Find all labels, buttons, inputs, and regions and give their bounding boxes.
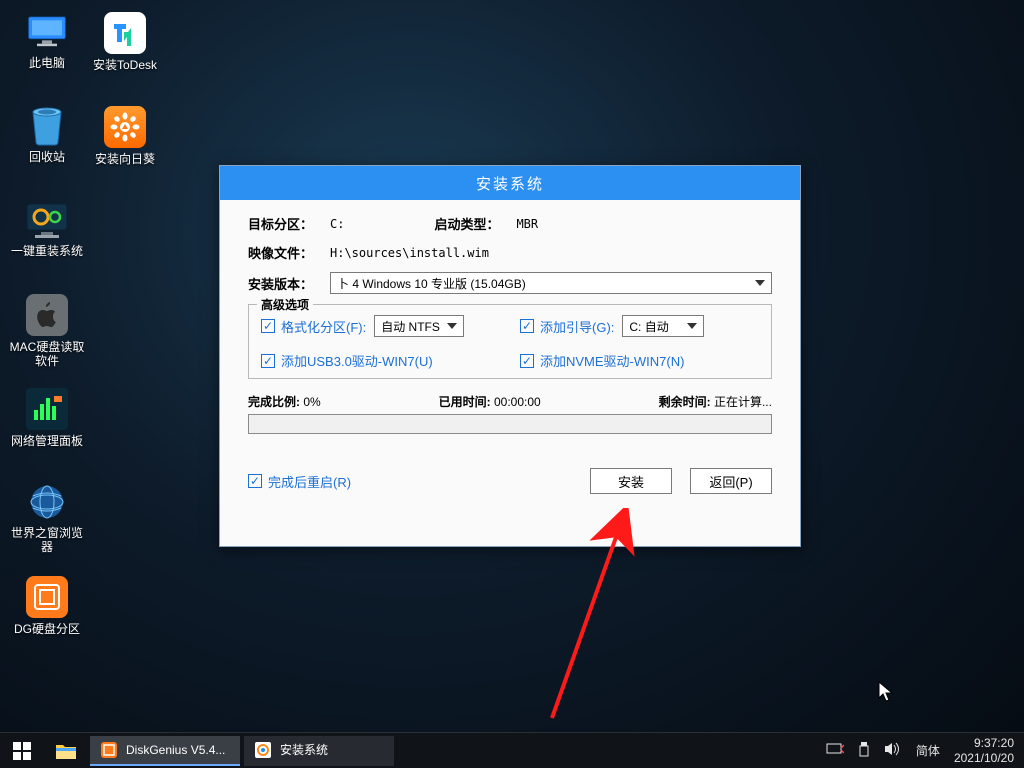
add-boot-label: 添加引导(G): [540, 317, 614, 336]
diskgenius-icon [26, 576, 68, 618]
gears-icon [25, 200, 69, 240]
bin-icon [25, 106, 69, 146]
diskgenius-icon [100, 741, 118, 759]
format-partition-select[interactable]: 自动 NTFS [374, 315, 464, 337]
windows-icon [13, 742, 31, 760]
target-partition-value: C: [330, 217, 344, 231]
install-version-select[interactable]: 卜 4 Windows 10 专业版 (15.04GB) [330, 272, 772, 294]
install-button[interactable]: 安装 [590, 468, 672, 494]
image-file-value: H:\sources\install.wim [330, 246, 489, 260]
dialog-titlebar[interactable]: 安装系统 [220, 166, 800, 200]
usb3-driver-checkbox[interactable]: ✓ 添加USB3.0驱动-WIN7(U) [261, 351, 500, 370]
elapsed-label: 已用时间: [439, 395, 491, 409]
apple-icon [26, 294, 68, 336]
desktop-icon-label: 世界之窗浏览器 [9, 526, 85, 555]
usb3-driver-label: 添加USB3.0驱动-WIN7(U) [281, 351, 433, 370]
file-explorer-button[interactable] [44, 733, 88, 768]
desktop-icon-todesk[interactable]: 安装ToDesk [86, 8, 164, 90]
desktop-icon-network-panel[interactable]: 网络管理面板 [8, 384, 86, 466]
back-button-label: 返回(P) [709, 472, 752, 491]
taskbar-item-diskgenius[interactable]: DiskGenius V5.4... [90, 736, 240, 766]
checkbox-icon: ✓ [520, 319, 534, 333]
add-boot-select[interactable]: C: 自动 [622, 315, 704, 337]
desktop-icon-reinstall[interactable]: 一键重装系统 [8, 196, 86, 278]
install-version-label: 安装版本： [248, 274, 330, 293]
tray-network-icon[interactable] [826, 742, 844, 759]
install-system-icon [254, 741, 272, 759]
format-partition-value: 自动 NTFS [381, 318, 440, 335]
tray-date: 2021/10/20 [954, 751, 1014, 765]
desktop-icon-diskgenius[interactable]: DG硬盘分区 [8, 572, 86, 654]
desktop-icons-col2: 安装ToDesk 安装向日葵 [86, 8, 164, 196]
tray-ime[interactable]: 简体 [916, 742, 940, 759]
desktop-icon-this-pc[interactable]: 此电脑 [8, 8, 86, 90]
globe-icon [25, 482, 69, 522]
install-version-value: 卜 4 Windows 10 专业版 (15.04GB) [337, 275, 526, 292]
elapsed-value: 00:00:00 [494, 395, 541, 409]
desktop-icon-label: MAC硬盘读取软件 [9, 340, 85, 369]
restart-after-label: 完成后重启(R) [268, 472, 351, 491]
advanced-legend: 高级选项 [257, 296, 313, 313]
tray-clock[interactable]: 9:37:20 2021/10/20 [954, 736, 1014, 765]
checkbox-icon: ✓ [248, 474, 262, 488]
progress-bar [248, 414, 772, 434]
nvme-driver-label: 添加NVME驱动-WIN7(N) [540, 351, 684, 370]
desktop-icon-label: 安装ToDesk [93, 58, 157, 72]
desktop-icon-sunflower[interactable]: 安装向日葵 [86, 102, 164, 184]
desktop-icon-label: 此电脑 [29, 56, 65, 70]
tray-volume-icon[interactable] [884, 742, 902, 759]
chevron-down-icon [755, 280, 765, 286]
monitor-icon [25, 12, 69, 52]
folder-icon [55, 742, 77, 760]
format-partition-checkbox[interactable]: ✓ 格式化分区(F): [261, 317, 366, 336]
desktop-icon-browser[interactable]: 世界之窗浏览器 [8, 478, 86, 560]
format-partition-label: 格式化分区(F): [281, 317, 366, 336]
install-button-label: 安装 [618, 472, 644, 491]
desktop-icon-label: 网络管理面板 [11, 434, 83, 448]
restart-after-checkbox[interactable]: ✓ 完成后重启(R) [248, 472, 351, 491]
checkbox-icon: ✓ [520, 354, 534, 368]
add-boot-checkbox[interactable]: ✓ 添加引导(G): [520, 317, 614, 336]
nvme-driver-checkbox[interactable]: ✓ 添加NVME驱动-WIN7(N) [520, 351, 759, 370]
target-partition-label: 目标分区： [248, 214, 330, 233]
start-button[interactable] [0, 733, 44, 768]
boot-type-label: 启动类型： [434, 214, 516, 233]
desktop-icon-label: 回收站 [29, 150, 65, 164]
desktop-icon-recycle-bin[interactable]: 回收站 [8, 102, 86, 184]
progress-pct-value: 0% [303, 395, 320, 409]
network-panel-icon [26, 388, 68, 430]
image-file-label: 映像文件： [248, 243, 330, 262]
install-system-dialog: 安装系统 目标分区： C: 启动类型： MBR 映像文件： H:\sources… [219, 165, 801, 547]
remaining-label: 剩余时间: [659, 395, 711, 409]
progress-pct-label: 完成比例: [248, 395, 300, 409]
taskbar-item-label: DiskGenius V5.4... [126, 743, 225, 757]
desktop-icon-mac-reader[interactable]: MAC硬盘读取软件 [8, 290, 86, 372]
taskbar-item-install-system[interactable]: 安装系统 [244, 736, 394, 766]
back-button[interactable]: 返回(P) [690, 468, 772, 494]
checkbox-icon: ✓ [261, 354, 275, 368]
boot-type-value: MBR [516, 217, 538, 231]
chevron-down-icon [687, 323, 697, 329]
chevron-down-icon [447, 323, 457, 329]
tray-time: 9:37:20 [954, 736, 1014, 750]
add-boot-value: C: 自动 [629, 318, 668, 335]
advanced-options-fieldset: 高级选项 ✓ 格式化分区(F): 自动 NTFS ✓ 添加引导(G): [248, 304, 772, 379]
todesk-icon [104, 12, 146, 54]
progress-labels: 完成比例: 0% 已用时间: 00:00:00 剩余时间: 正在计算... [248, 393, 772, 410]
system-tray: 简体 9:37:20 2021/10/20 [826, 736, 1024, 765]
tray-usb-icon[interactable] [858, 741, 870, 760]
dialog-title: 安装系统 [476, 173, 544, 194]
desktop-icons-col1: 此电脑 回收站 一键重装系统 MAC硬盘读取软件 网络管理面板 世界之窗浏览器 [8, 8, 86, 666]
checkbox-icon: ✓ [261, 319, 275, 333]
remaining-value: 正在计算... [714, 395, 772, 409]
mouse-cursor-icon [878, 681, 896, 705]
taskbar: DiskGenius V5.4... 安装系统 简体 9:37:20 2021/… [0, 732, 1024, 768]
sunflower-icon [104, 106, 146, 148]
desktop-icon-label: DG硬盘分区 [14, 622, 80, 636]
dialog-body: 目标分区： C: 启动类型： MBR 映像文件： H:\sources\inst… [220, 200, 800, 506]
desktop-icon-label: 安装向日葵 [95, 152, 155, 166]
desktop-icon-label: 一键重装系统 [11, 244, 83, 258]
taskbar-item-label: 安装系统 [280, 741, 328, 758]
